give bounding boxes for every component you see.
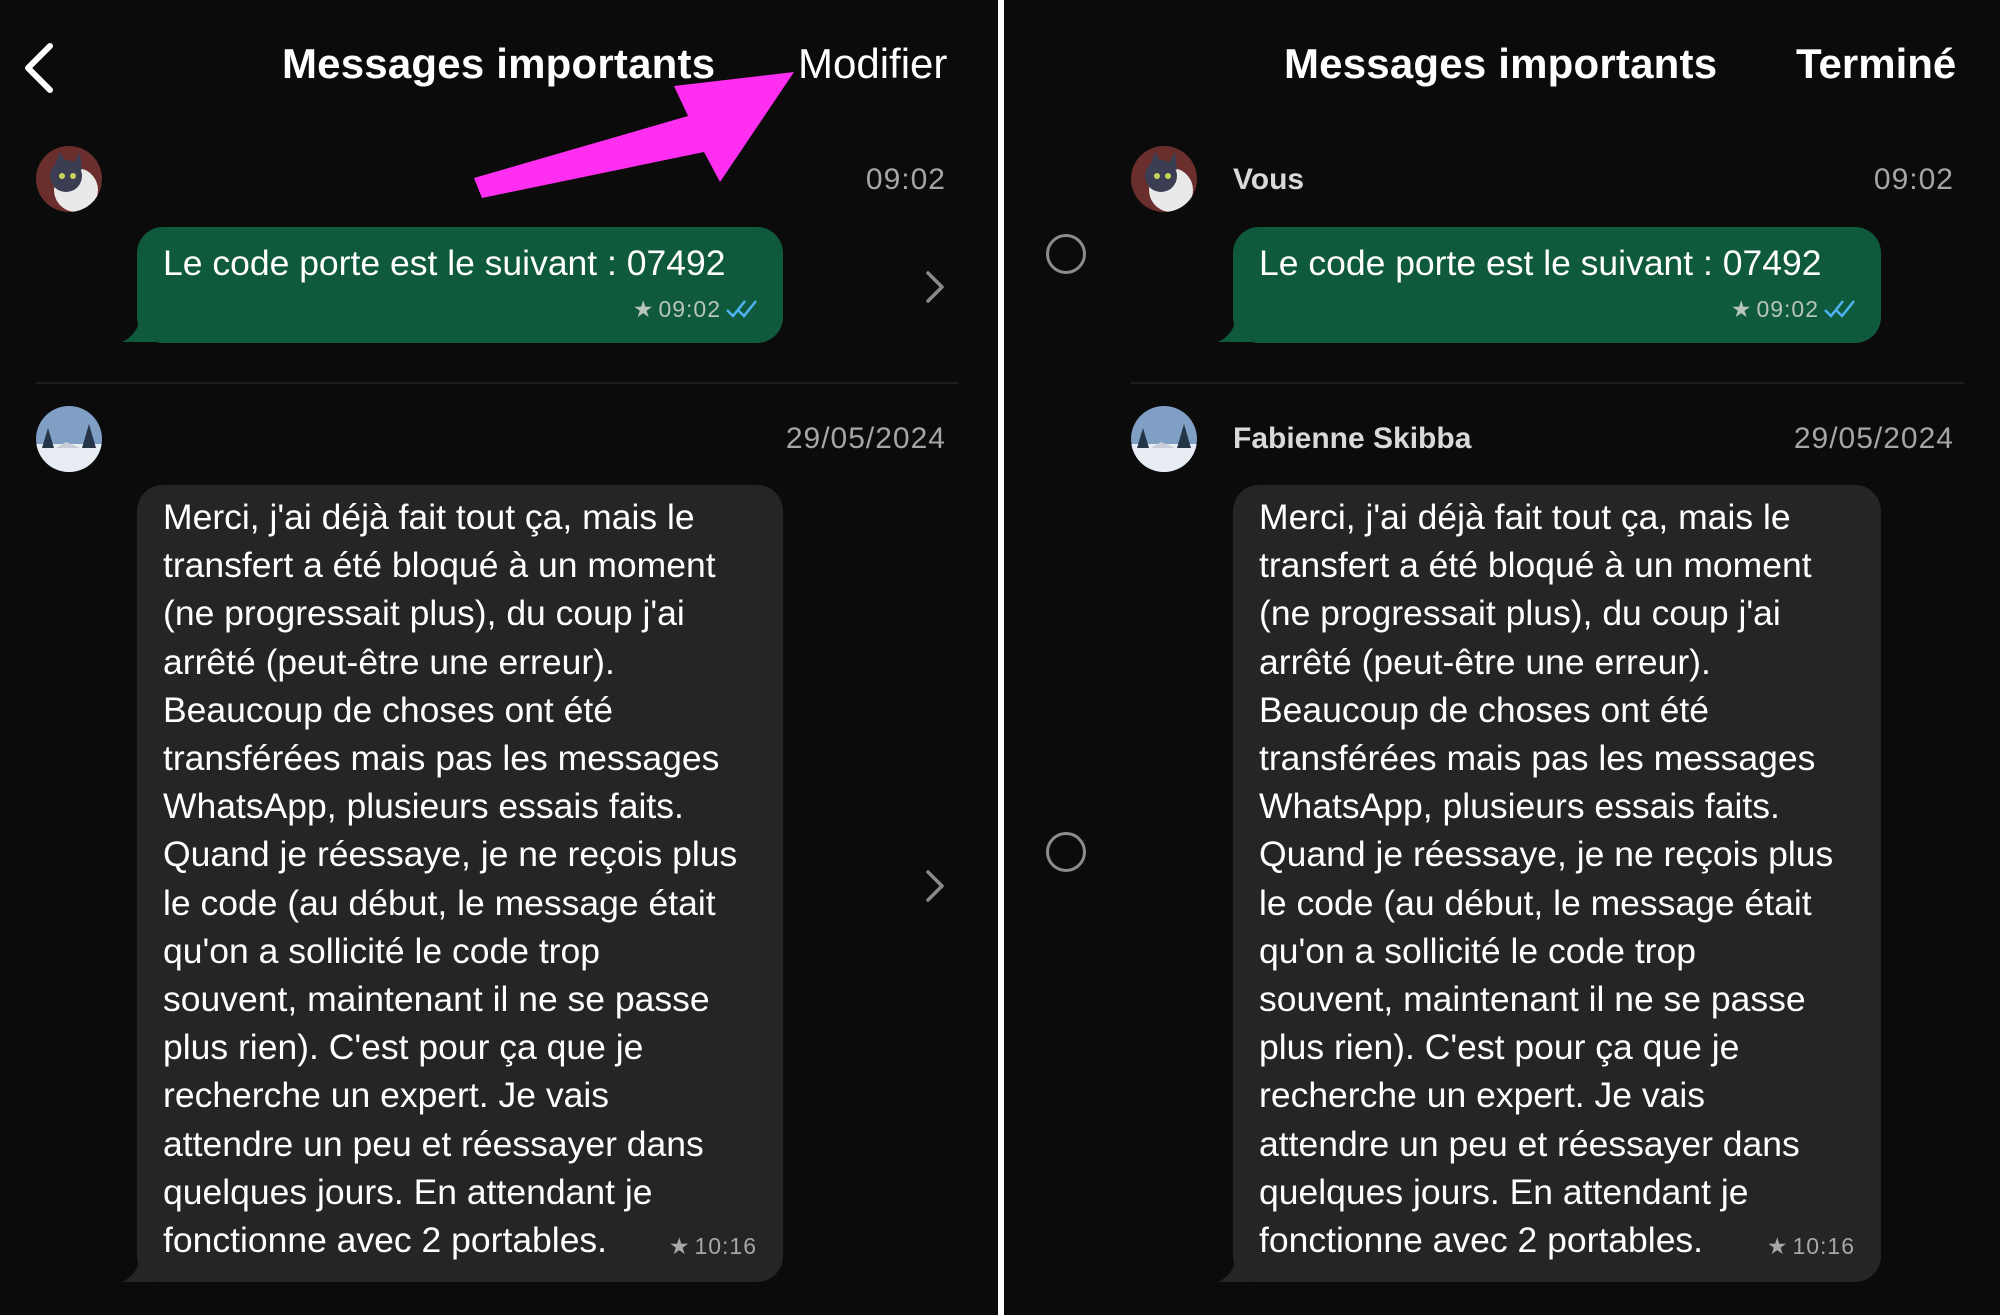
divider [1131, 382, 1964, 384]
star-icon: ★ [632, 295, 655, 322]
message-meta: ★ 09:02 [1731, 285, 1857, 333]
message-bubble-incoming[interactable]: Merci, j'ai déjà fait tout ça, mais le t… [137, 485, 783, 1282]
message-time: 10:16 [694, 1232, 757, 1259]
message-date: 09:02 [865, 163, 946, 196]
edit-button[interactable]: Modifier [798, 40, 947, 88]
sender-name: Vous [1233, 163, 1305, 196]
message-date: 09:02 [1873, 163, 1954, 196]
double-check-icon [726, 300, 757, 318]
avatar [36, 406, 102, 472]
message-bubble-outgoing[interactable]: Le code porte est le suivant : 07492 ★ 0… [137, 227, 783, 343]
done-button[interactable]: Terminé [1796, 40, 1956, 88]
avatar [36, 146, 102, 212]
message-time: 09:02 [1756, 295, 1819, 322]
arrow-annotation-icon [474, 72, 794, 198]
message-meta: ★ 10:16 [669, 1222, 757, 1270]
chevron-right-icon[interactable] [922, 866, 946, 906]
avatar [1131, 146, 1197, 212]
message-text: Merci, j'ai déjà fait tout ça, mais le t… [163, 497, 738, 1261]
starred-messages-panel-view: Messages importants Modifier 09:02 Le co… [0, 0, 998, 1315]
star-icon: ★ [1766, 1232, 1789, 1259]
message-bubble-outgoing[interactable]: Le code porte est le suivant : 07492 ★ 0… [1233, 227, 1881, 343]
message-date: 29/05/2024 [1793, 422, 1954, 455]
message-date: 29/05/2024 [785, 422, 946, 455]
chevron-right-icon[interactable] [922, 267, 946, 307]
message-meta: ★ 10:16 [1767, 1222, 1855, 1270]
page-title: Messages importants [1284, 40, 1718, 87]
star-icon: ★ [668, 1232, 691, 1259]
double-check-icon [1824, 300, 1855, 318]
message-text: Le code porte est le suivant : 07492 [1259, 243, 1822, 283]
sender-name: Fabienne Skibba [1233, 422, 1472, 455]
selection-circle-icon[interactable] [1046, 234, 1086, 274]
message-bubble-incoming[interactable]: Merci, j'ai déjà fait tout ça, mais le t… [1233, 485, 1881, 1282]
message-text: Le code porte est le suivant : 07492 [163, 243, 726, 283]
message-text: Merci, j'ai déjà fait tout ça, mais le t… [1259, 497, 1834, 1261]
selection-circle-icon[interactable] [1046, 832, 1086, 872]
chevron-left-icon[interactable] [16, 38, 60, 98]
avatar [1131, 406, 1197, 472]
message-time: 10:16 [1792, 1232, 1855, 1259]
message-time: 09:02 [658, 295, 721, 322]
divider [36, 382, 958, 384]
starred-messages-panel-edit: Messages importants Terminé Vous 09:02 L… [1004, 0, 2000, 1315]
message-meta: ★ 09:02 [633, 285, 759, 333]
star-icon: ★ [1730, 295, 1753, 322]
